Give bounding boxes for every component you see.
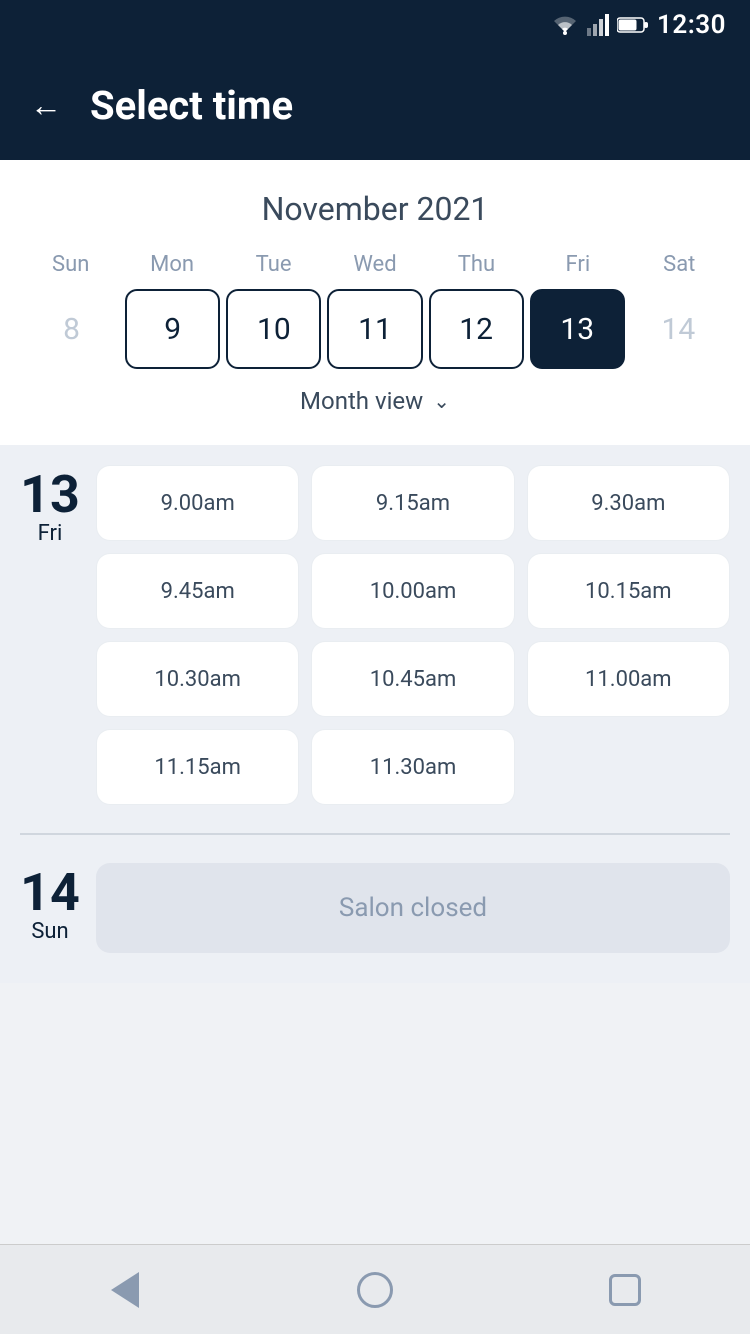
bottom-navigation — [0, 1244, 750, 1334]
weekday-mon: Mon — [121, 252, 222, 277]
weekday-wed: Wed — [324, 252, 425, 277]
weekday-headers: Sun Mon Tue Wed Thu Fri Sat — [20, 252, 730, 277]
weekday-tue: Tue — [223, 252, 324, 277]
signal-icon — [587, 14, 609, 36]
salon-closed-message: Salon closed — [96, 863, 730, 953]
day-13-name: Fri — [38, 521, 63, 546]
back-button[interactable]: ← — [30, 89, 62, 121]
status-time: 12:30 — [657, 10, 726, 40]
month-year-label: November 2021 — [20, 190, 730, 228]
day-14-label: 14 Sun — [20, 863, 80, 944]
month-view-label: Month view — [300, 387, 423, 415]
day-10[interactable]: 10 — [226, 289, 321, 369]
slot-1100am[interactable]: 11.00am — [527, 641, 730, 717]
app-header: ← Select time — [0, 50, 750, 160]
slot-1030am[interactable]: 10.30am — [96, 641, 299, 717]
nav-home-button[interactable] — [350, 1265, 400, 1315]
day-14-number: 14 — [20, 867, 80, 919]
day-11[interactable]: 11 — [327, 289, 422, 369]
page-title: Select time — [90, 82, 293, 129]
time-section: 13 Fri 9.00am 9.15am 9.30am 9.45am 10.00… — [0, 445, 750, 983]
weekday-thu: Thu — [426, 252, 527, 277]
calendar-section: November 2021 Sun Mon Tue Wed Thu Fri Sa… — [0, 160, 750, 445]
slot-915am[interactable]: 9.15am — [311, 465, 514, 541]
wifi-icon — [551, 14, 579, 36]
weekday-sun: Sun — [20, 252, 121, 277]
slot-900am[interactable]: 9.00am — [96, 465, 299, 541]
weekday-fri: Fri — [527, 252, 628, 277]
day-13-label: 13 Fri — [20, 465, 80, 805]
home-circle-icon — [357, 1272, 393, 1308]
chevron-down-icon: ⌄ — [433, 389, 450, 413]
day-12[interactable]: 12 — [429, 289, 524, 369]
day-14-block: 14 Sun Salon closed — [20, 863, 730, 953]
month-view-toggle[interactable]: Month view ⌄ — [20, 369, 730, 425]
day-13-block: 13 Fri 9.00am 9.15am 9.30am 9.45am 10.00… — [20, 465, 730, 805]
slot-1045am[interactable]: 10.45am — [311, 641, 514, 717]
day-14[interactable]: 14 — [631, 289, 726, 369]
days-row: 8 9 10 11 12 13 14 — [20, 289, 730, 369]
slot-945am[interactable]: 9.45am — [96, 553, 299, 629]
slot-1015am[interactable]: 10.15am — [527, 553, 730, 629]
day-8[interactable]: 8 — [24, 289, 119, 369]
back-triangle-icon — [111, 1272, 139, 1308]
slot-1115am[interactable]: 11.15am — [96, 729, 299, 805]
weekday-sat: Sat — [629, 252, 730, 277]
slot-930am[interactable]: 9.30am — [527, 465, 730, 541]
slot-1130am[interactable]: 11.30am — [311, 729, 514, 805]
recents-square-icon — [609, 1274, 641, 1306]
day-14-name: Sun — [31, 919, 68, 944]
slot-1000am[interactable]: 10.00am — [311, 553, 514, 629]
day-13[interactable]: 13 — [530, 289, 625, 369]
day-9[interactable]: 9 — [125, 289, 220, 369]
battery-icon — [617, 16, 649, 34]
status-icons: 12:30 — [551, 10, 726, 40]
status-bar: 12:30 — [0, 0, 750, 50]
nav-recents-button[interactable] — [600, 1265, 650, 1315]
day-13-slots: 9.00am 9.15am 9.30am 9.45am 10.00am 10.1… — [96, 465, 730, 805]
nav-back-button[interactable] — [100, 1265, 150, 1315]
section-divider — [20, 833, 730, 835]
day-13-number: 13 — [20, 469, 80, 521]
